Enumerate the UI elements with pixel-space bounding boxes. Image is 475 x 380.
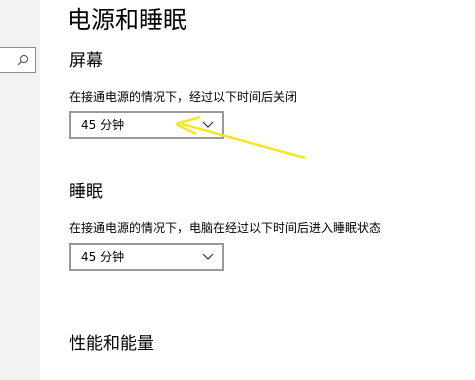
sleep-timeout-dropdown[interactable]: 45 分钟 (69, 243, 224, 271)
screen-timeout-label: 在接通电源的情况下，经过以下时间后关闭 (69, 90, 298, 104)
screen-section-title: 屏幕 (69, 51, 103, 71)
page-title: 电源和睡眠 (67, 6, 187, 34)
sleep-section-title: 睡眠 (69, 182, 103, 202)
chevron-down-icon (202, 121, 214, 128)
sleep-timeout-value: 45 分钟 (81, 250, 125, 264)
screen-timeout-dropdown[interactable]: 45 分钟 (69, 111, 224, 139)
settings-page: 电源和睡眠 屏幕 在接通电源的情况下，经过以下时间后关闭 45 分钟 睡眠 在接… (0, 0, 475, 380)
screen-timeout-value: 45 分钟 (81, 118, 125, 132)
search-input[interactable] (0, 47, 36, 73)
sidebar (0, 0, 40, 380)
performance-section-title: 性能和能量 (69, 334, 154, 354)
search-icon (17, 54, 29, 66)
chevron-down-icon (202, 253, 214, 260)
sleep-timeout-label: 在接通电源的情况下，电脑在经过以下时间后进入睡眠状态 (69, 221, 382, 235)
